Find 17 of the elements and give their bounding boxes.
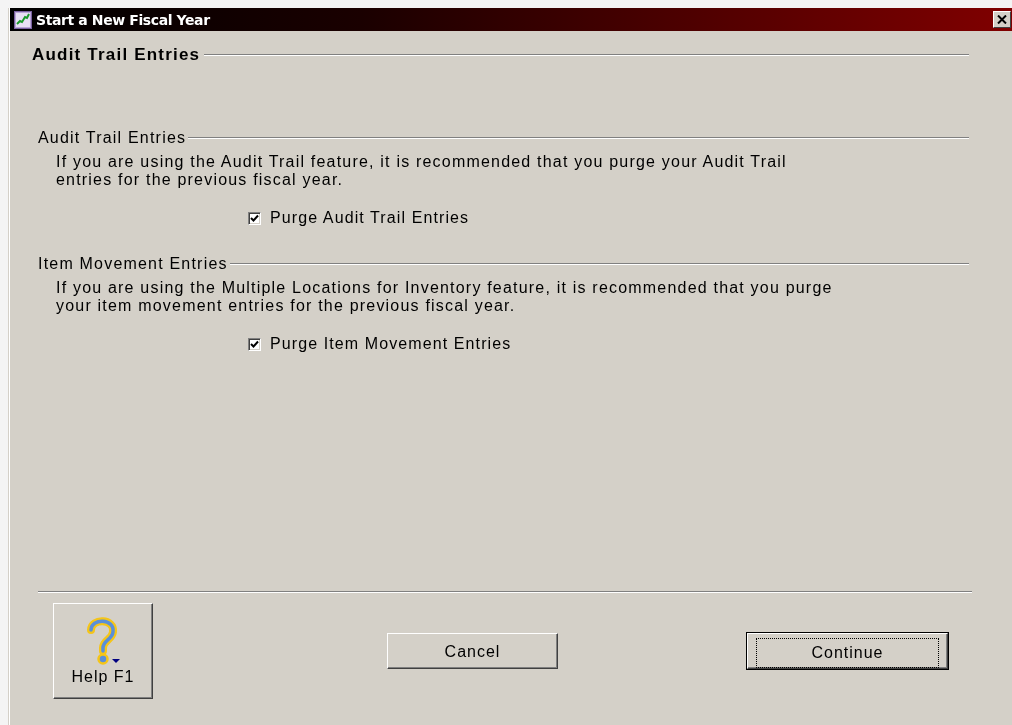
group-description: If you are using the Audit Trail feature, it is recommended that you purge your Audit Trail entries for the previous fiscal year.	[56, 153, 788, 189]
checkbox[interactable]	[248, 337, 261, 351]
checkbox-label[interactable]: Purge Item Movement Entries	[270, 335, 512, 353]
window-title: Start a New Fiscal Year	[36, 11, 211, 28]
page-heading: Audit Trail Entries	[32, 45, 201, 65]
app-icon	[14, 10, 32, 29]
checkbox[interactable]	[248, 211, 261, 225]
dialog-button[interactable]: Cancel	[387, 633, 558, 669]
group-heading: Audit Trail Entries	[38, 129, 187, 147]
close-icon	[997, 15, 1007, 24]
group-description: If you are using the Multiple Locations for Inventory feature, it is recommended that you purge your item movement entries for the previous fiscal year.	[56, 279, 834, 315]
checkbox-label[interactable]: Purge Audit Trail Entries	[270, 209, 470, 227]
help-button[interactable]: Help F1	[53, 603, 153, 699]
help-icon	[85, 616, 121, 666]
group-heading: Item Movement Entries	[38, 255, 228, 273]
close-button[interactable]	[993, 11, 1011, 28]
default-dialog-button[interactable]: Continue	[747, 633, 948, 669]
